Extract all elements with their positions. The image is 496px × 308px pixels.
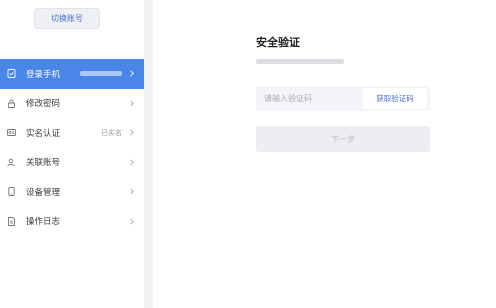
chevron-right-icon [128, 218, 135, 225]
phone-check-icon [7, 69, 16, 79]
sidebar-item-label: 操作日志 [26, 217, 61, 228]
sidebar-item-device-management[interactable]: 设备管理 [0, 177, 144, 207]
security-verification-panel: 安全验证 获取验证码 下一步 [153, 0, 496, 308]
sidebar-item-login-phone[interactable]: 登录手机 [0, 59, 144, 89]
sidebar-item-operation-log[interactable]: 操作日志 [0, 207, 144, 237]
next-step-button[interactable]: 下一步 [256, 126, 430, 152]
chevron-right-icon [128, 100, 135, 107]
sidebar-menu: 登录手机 修改密码 实名认证 已实名 关联账号 设备管理 操作日志 [0, 59, 144, 236]
sidebar-item-change-password[interactable]: 修改密码 [0, 89, 144, 119]
page-title: 安全验证 [256, 36, 300, 49]
switch-account-button[interactable]: 切换账号 [34, 8, 100, 29]
sidebar-item-label: 实名认证 [26, 128, 61, 139]
verification-code-input[interactable] [256, 86, 360, 111]
chevron-right-icon [128, 70, 135, 77]
account-security-window: 切换账号 登录手机 修改密码 实名认证 已实名 关联账号 设备管理 操作日志 安… [0, 0, 496, 308]
get-code-button[interactable]: 获取验证码 [363, 88, 427, 109]
panel-divider [144, 0, 153, 308]
sidebar: 切换账号 登录手机 修改密码 实名认证 已实名 关联账号 设备管理 操作日志 [0, 0, 144, 308]
masked-phone-number [80, 71, 122, 76]
device-icon [7, 187, 16, 197]
chevron-right-icon [128, 188, 135, 195]
sidebar-item-real-name-auth[interactable]: 实名认证 已实名 [0, 118, 144, 148]
chevron-right-icon [128, 159, 135, 166]
sidebar-item-label: 关联账号 [26, 158, 61, 169]
id-card-icon [7, 128, 16, 137]
masked-phone-subtitle [256, 59, 344, 64]
sidebar-item-label: 修改密码 [26, 99, 61, 110]
lock-icon [7, 99, 16, 108]
verified-status-text: 已实名 [101, 128, 122, 137]
sidebar-item-label: 登录手机 [26, 69, 61, 80]
chevron-right-icon [128, 129, 135, 136]
sidebar-item-linked-accounts[interactable]: 关联账号 [0, 148, 144, 178]
user-link-icon [7, 158, 16, 167]
sidebar-item-label: 设备管理 [26, 187, 61, 198]
verification-code-field: 获取验证码 [256, 86, 430, 111]
log-icon [7, 216, 16, 226]
